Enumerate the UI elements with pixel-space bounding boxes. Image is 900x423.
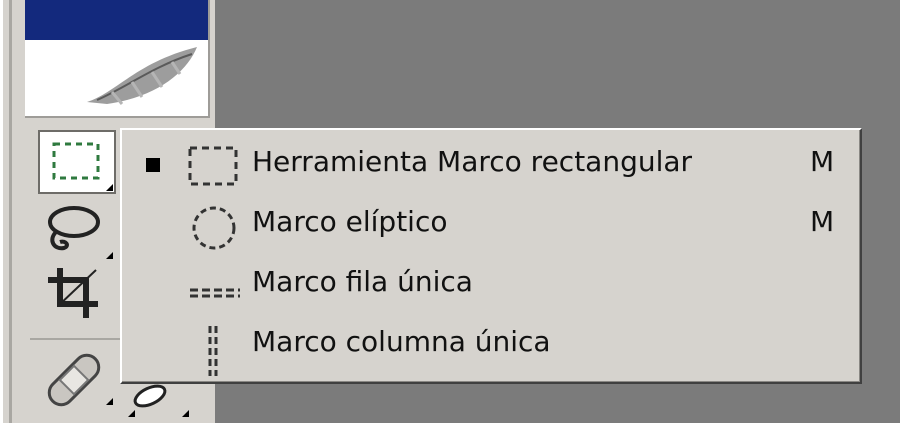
feather-icon <box>87 47 197 105</box>
single-row-marquee-icon <box>190 288 240 298</box>
crop-tool[interactable] <box>38 262 110 324</box>
healing-brush-tool[interactable] <box>38 348 113 410</box>
menu-item-shortcut: M <box>810 145 835 178</box>
menu-item-label: Marco elíptico <box>252 205 448 238</box>
marquee-tools-flyout-menu: Herramienta Marco rectangular M Marco el… <box>120 128 862 384</box>
more-tools-triangle-icon <box>106 398 113 405</box>
menu-item-elliptical-marquee[interactable]: Marco elíptico M <box>122 192 860 252</box>
crop-icon <box>48 268 98 318</box>
menu-item-single-column-marquee[interactable]: Marco columna única <box>122 312 860 376</box>
menu-item-label: Marco columna única <box>252 325 551 358</box>
app-logo[interactable] <box>25 0 210 118</box>
lasso-icon <box>48 206 100 251</box>
single-column-marquee-icon <box>208 326 218 376</box>
bandage-icon <box>47 353 101 407</box>
menu-item-label: Marco fila única <box>252 265 473 298</box>
lasso-tool[interactable] <box>38 200 113 262</box>
more-tools-triangle-icon <box>106 252 113 259</box>
rectangle-marquee-icon <box>188 146 238 186</box>
menu-item-rectangular-marquee[interactable]: Herramienta Marco rectangular M <box>122 132 860 192</box>
toolbox-separator <box>30 338 120 340</box>
more-tools-triangle-icon <box>182 410 189 417</box>
menu-item-shortcut: M <box>810 205 835 238</box>
more-tools-triangle-icon <box>128 410 135 417</box>
marquee-icon <box>52 142 100 180</box>
menu-item-single-row-marquee[interactable]: Marco fila única <box>122 252 860 312</box>
active-bullet-icon <box>146 158 160 172</box>
toolbox-edge <box>0 0 12 423</box>
more-tools-triangle-icon <box>106 184 113 191</box>
elliptical-marquee-icon <box>192 206 236 250</box>
logo-bar <box>25 0 208 40</box>
menu-item-label: Herramienta Marco rectangular <box>252 145 693 178</box>
rectangular-marquee-tool[interactable] <box>38 130 116 194</box>
